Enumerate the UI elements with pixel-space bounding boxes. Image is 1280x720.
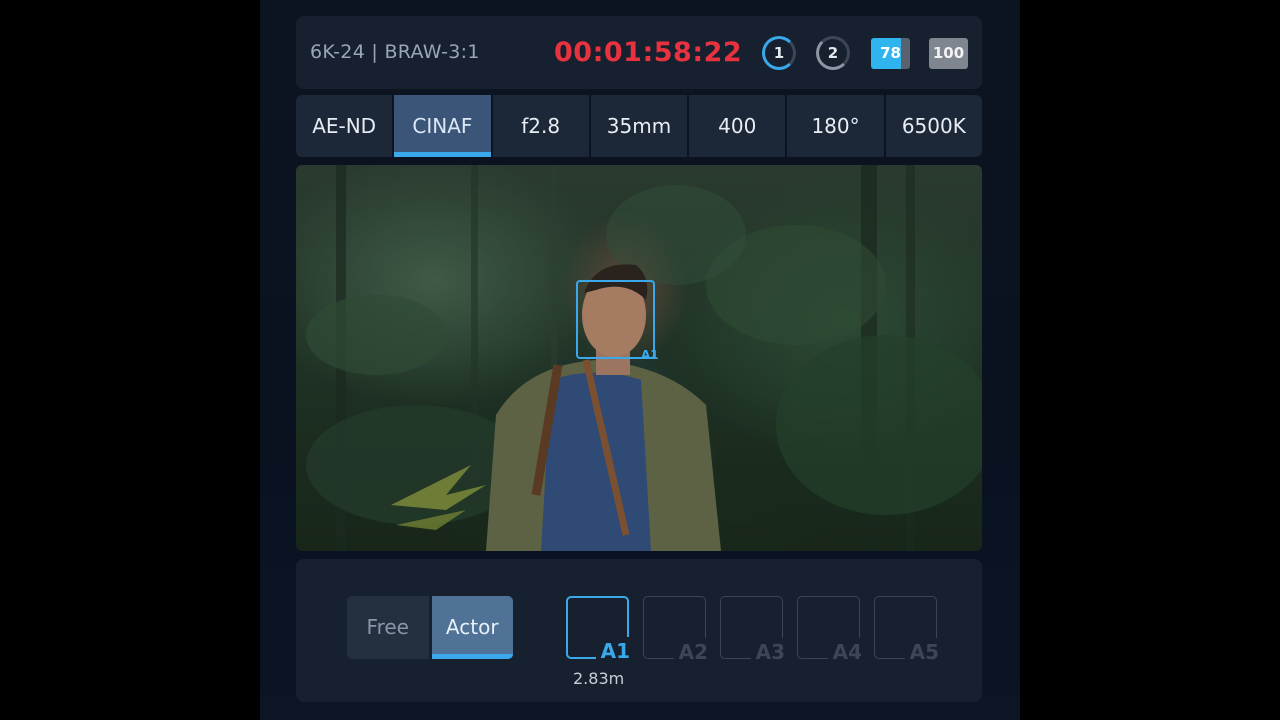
setting-iso[interactable]: 400 (689, 95, 786, 157)
mode-free-button[interactable]: Free (347, 596, 429, 659)
setting-white-balance[interactable]: 6500K (885, 95, 982, 157)
actor-slot-a2[interactable]: A2 (643, 596, 711, 664)
level-1-value: 78 (880, 44, 901, 62)
setting-ae-nd[interactable]: AE-ND (296, 95, 393, 157)
card-slot-1-icon[interactable]: 1 (762, 36, 796, 70)
camera-monitor: 6K-24 | BRAW-3:1 00:01:58:22 1 2 78 100 … (260, 0, 1020, 720)
status-bar: 6K-24 | BRAW-3:1 00:01:58:22 1 2 78 100 (296, 16, 982, 89)
actor-slot-a1[interactable]: A1 (566, 596, 633, 663)
viewfinder[interactable]: A1 (296, 165, 982, 551)
actor-slot-a5[interactable]: A5 (874, 596, 942, 664)
recording-format: 6K-24 | BRAW-3:1 (310, 41, 480, 63)
actor-slot-label: A2 (673, 638, 711, 664)
setting-aperture[interactable]: f2.8 (492, 95, 589, 157)
tracking-panel: Free Actor A1 A2 A3 A4 A5 2.83m (296, 559, 982, 702)
actor-slot-a3[interactable]: A3 (720, 596, 788, 664)
level-indicator-2: 100 (929, 38, 968, 69)
settings-row: AE-ND CINAF f2.8 35mm 400 180° 6500K (296, 95, 982, 157)
mode-actor-button[interactable]: Actor (431, 596, 513, 659)
actor-slot-label: A5 (904, 638, 942, 664)
card-slot-2-icon[interactable]: 2 (816, 36, 850, 70)
focus-distance: 2.83m (573, 669, 625, 688)
actor-slot-label: A4 (827, 638, 865, 664)
actor-slot-label: A1 (595, 637, 633, 663)
actor-slot-label: A3 (750, 638, 788, 664)
setting-focus-mode[interactable]: CINAF (394, 95, 491, 157)
level-indicator-1: 78 (871, 38, 910, 69)
timecode: 00:01:58:22 (554, 37, 743, 68)
setting-shutter-angle[interactable]: 180° (787, 95, 884, 157)
setting-focal-length[interactable]: 35mm (590, 95, 688, 157)
face-tracking-label: A1 (641, 348, 659, 362)
actor-slot-a4[interactable]: A4 (797, 596, 865, 664)
tracking-mode-toggle: Free Actor (347, 596, 513, 659)
